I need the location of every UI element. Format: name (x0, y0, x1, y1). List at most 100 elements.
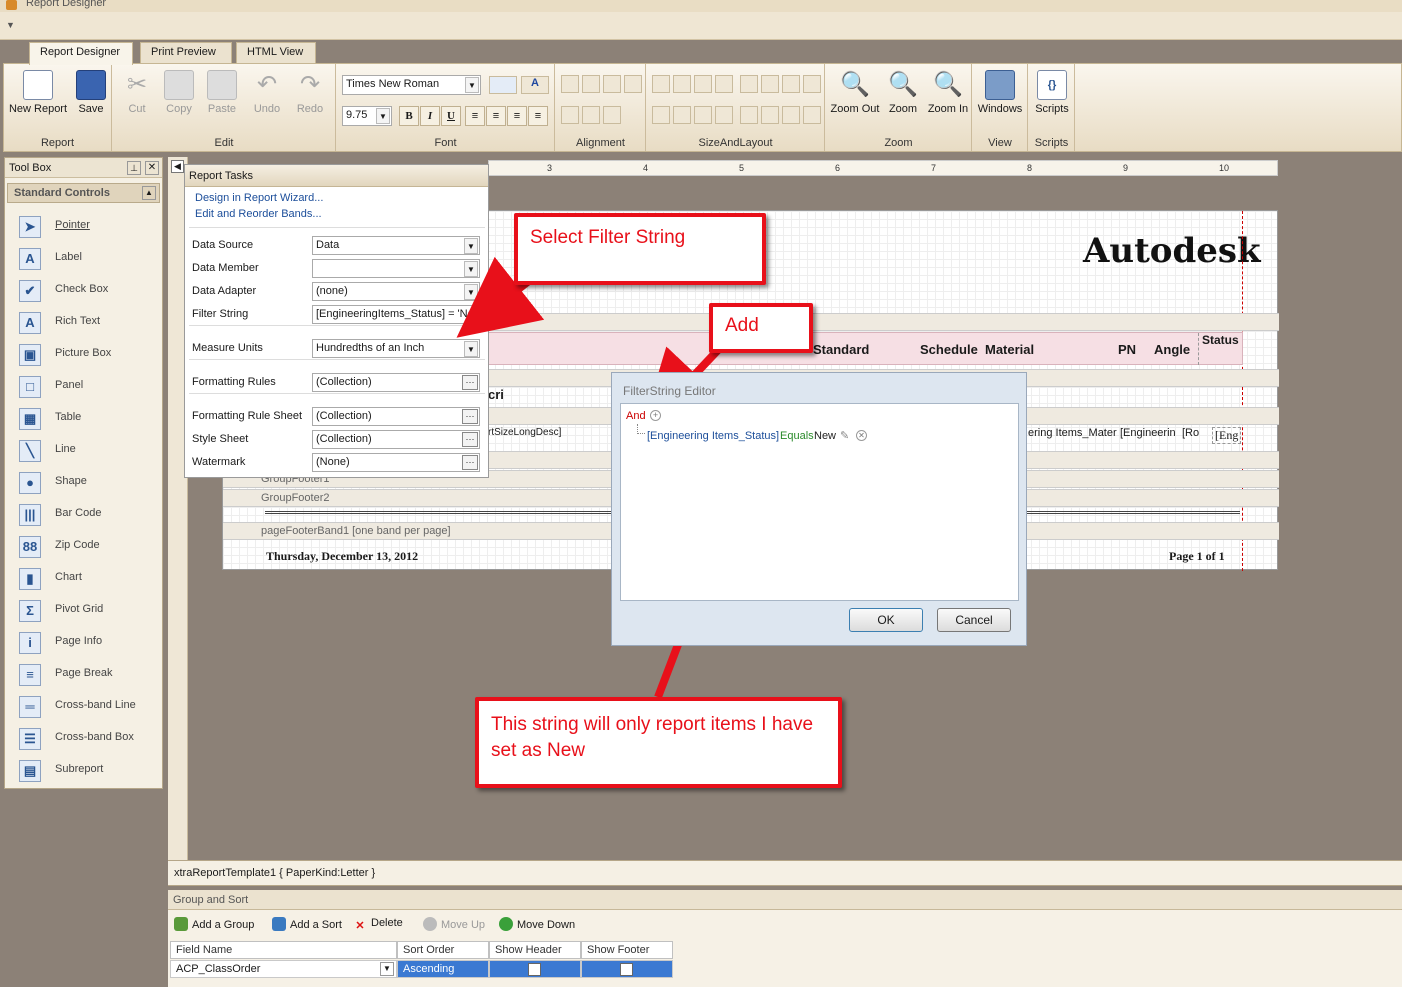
col-sort-order[interactable]: Sort Order (397, 941, 489, 959)
cancel-button[interactable]: Cancel (937, 608, 1011, 632)
align-tops-button[interactable] (561, 106, 579, 124)
center-vertically-button[interactable] (761, 106, 779, 124)
zoom-in-button[interactable]: 🔍 Zoom In (926, 70, 970, 115)
property-value[interactable]: (None) ··· (312, 453, 480, 472)
align-middles-button[interactable] (582, 106, 600, 124)
windows-button[interactable]: Windows (975, 70, 1025, 115)
scripts-button[interactable]: {} Scripts (1031, 70, 1073, 115)
col-field-name[interactable]: Field Name (170, 941, 397, 959)
sort-order-cell[interactable]: Ascending (397, 960, 489, 978)
toolbox-item[interactable]: ● Shape (19, 470, 159, 498)
edit-pencil-icon[interactable]: ✎ (840, 429, 849, 442)
vspacing-remove-button[interactable] (715, 106, 733, 124)
toolbox-item[interactable]: ➤ Pointer (19, 214, 159, 242)
toolbox-item[interactable]: A Rich Text (19, 310, 159, 338)
align-right-button[interactable]: ≡ (507, 106, 527, 126)
align-rights-button[interactable] (603, 75, 621, 93)
add-condition-icon[interactable]: + (650, 410, 661, 421)
property-value[interactable]: (Collection) ··· (312, 373, 480, 392)
property-value[interactable]: Data ▼ (312, 236, 480, 255)
toolbox-item[interactable]: ▮ Chart (19, 566, 159, 594)
font-family-select[interactable]: Times New Roman ▼ (342, 75, 481, 95)
remove-condition-icon[interactable]: ✕ (856, 430, 867, 441)
bold-button[interactable]: B (399, 106, 419, 126)
col-show-footer[interactable]: Show Footer (581, 941, 673, 959)
toolbox-item[interactable]: □ Panel (19, 374, 159, 402)
italic-button[interactable]: I (420, 106, 440, 126)
toolbox-item[interactable]: ╲ Line (19, 438, 159, 466)
hspacing-remove-button[interactable] (803, 75, 821, 93)
ellipsis-icon[interactable]: ··· (462, 455, 478, 470)
chevron-down-icon[interactable]: ▼ (380, 962, 394, 976)
property-value[interactable]: Hundredths of an Inch ▼ (312, 339, 480, 358)
vspacing-increase-button[interactable] (673, 106, 691, 124)
detail-cell-size[interactable]: rtSizeLongDesc] (488, 427, 561, 438)
toolbox-item[interactable]: ▤ Subreport (19, 758, 159, 786)
toolbox-item[interactable]: A Label (19, 246, 159, 274)
header-status[interactable]: Status (1198, 333, 1243, 365)
property-value[interactable]: ▼ (312, 259, 480, 278)
pin-icon[interactable]: ⊥ (127, 161, 141, 175)
toolbox-item[interactable]: Σ Pivot Grid (19, 598, 159, 626)
footer-date[interactable]: Thursday, December 13, 2012 (266, 549, 418, 564)
send-to-back-button[interactable] (803, 106, 821, 124)
vspacing-equal-button[interactable] (652, 106, 670, 124)
chevron-down-icon[interactable]: ▼ (464, 261, 478, 277)
bring-to-front-button[interactable] (782, 106, 800, 124)
property-value[interactable]: [EngineeringItems_Status] = 'Ne (312, 305, 480, 324)
back-color-button[interactable] (489, 76, 517, 94)
move-up-button[interactable]: Move Up (423, 917, 485, 931)
condition-operator[interactable]: Equals (780, 430, 814, 442)
make-same-width-button[interactable] (652, 75, 670, 93)
save-button[interactable]: Save (74, 70, 108, 115)
add-sort-button[interactable]: Add a Sort (272, 917, 342, 931)
cut-button[interactable]: ✂ Cut (119, 70, 155, 115)
chevron-down-icon[interactable]: ▼ (464, 341, 478, 357)
hspacing-increase-button[interactable] (761, 75, 779, 93)
property-value[interactable]: (none) ▼ (312, 282, 480, 301)
hspacing-equal-button[interactable] (740, 75, 758, 93)
toolbox-item[interactable]: ✔ Check Box (19, 278, 159, 306)
footer-page-info[interactable]: Page 1 of 1 (1169, 549, 1225, 564)
vspacing-decrease-button[interactable] (694, 106, 712, 124)
make-same-size-button[interactable] (715, 75, 733, 93)
tab-report-designer[interactable]: Report Designer (29, 42, 133, 65)
move-down-button[interactable]: Move Down (499, 917, 575, 931)
hspacing-decrease-button[interactable] (782, 75, 800, 93)
toolbox-item[interactable]: ☰ Cross-band Box (19, 726, 159, 754)
field-name-cell[interactable]: ACP_ClassOrder ▼ (170, 960, 397, 978)
condition-field[interactable]: [Engineering Items_Status] (647, 430, 779, 442)
toolbox-item[interactable]: i Page Info (19, 630, 159, 658)
tab-print-preview[interactable]: Print Preview (140, 42, 232, 64)
show-header-checkbox[interactable] (528, 963, 541, 976)
edit-bands-link[interactable]: Edit and Reorder Bands... (195, 208, 322, 220)
ok-button[interactable]: OK (849, 608, 923, 632)
detail-cell-material[interactable]: ering Items_Mater (1028, 427, 1117, 439)
toolbox-item[interactable]: ||| Bar Code (19, 502, 159, 530)
align-grid-button[interactable] (624, 75, 642, 93)
redo-button[interactable]: ↷ Redo (292, 70, 328, 115)
design-wizard-link[interactable]: Design in Report Wizard... (195, 192, 323, 204)
ellipsis-icon[interactable]: ··· (462, 432, 478, 447)
zoom-out-button[interactable]: 🔍 Zoom Out (829, 70, 881, 115)
delete-button[interactable]: ✕ Delete (353, 917, 402, 933)
toolbox-item[interactable]: ▦ Table (19, 406, 159, 434)
detail-cell-ro[interactable]: [Ro (1182, 427, 1199, 439)
align-lefts-button[interactable] (561, 75, 579, 93)
align-center-button[interactable]: ≡ (486, 106, 506, 126)
detail-cell-status[interactable]: [Eng (1212, 427, 1242, 444)
toolbox-item[interactable]: ≡ Page Break (19, 662, 159, 690)
underline-button[interactable]: U (441, 106, 461, 126)
toolbox-group-header[interactable]: Standard Controls ▲ (7, 183, 160, 203)
fore-color-button[interactable]: A (521, 76, 549, 94)
font-size-select[interactable]: 9.75 ▼ (342, 106, 392, 126)
detail-cell-descr[interactable]: cri (488, 387, 504, 402)
toolbox-item[interactable]: 88 Zip Code (19, 534, 159, 562)
chevron-down-icon[interactable]: ▼ (464, 284, 478, 300)
justify-button[interactable]: ≡ (528, 106, 548, 126)
show-footer-checkbox[interactable] (620, 963, 633, 976)
qat-dropdown-icon[interactable]: ▼ (6, 20, 15, 30)
new-report-button[interactable]: New Report (7, 70, 69, 115)
group-operator[interactable]: And (626, 410, 646, 422)
add-group-button[interactable]: Add a Group (174, 917, 254, 931)
